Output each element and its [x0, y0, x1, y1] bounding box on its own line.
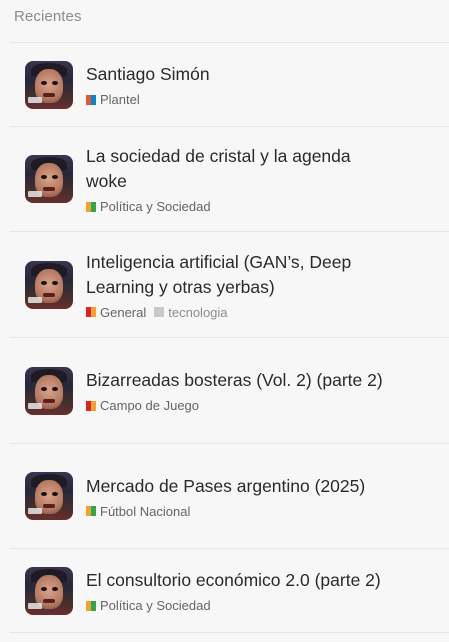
category-label: General: [100, 304, 147, 320]
user-avatar[interactable]: [25, 366, 73, 415]
topic-title[interactable]: Mercado de Pases argentino (2025): [86, 474, 386, 499]
category-badge[interactable]: Política y Sociedad: [86, 598, 211, 613]
topic-item[interactable]: Inteligencia artificial (GAN’s, Deep Lea…: [10, 232, 449, 338]
category-badge[interactable]: Plantel: [86, 92, 140, 107]
topic-title[interactable]: Inteligencia artificial (GAN’s, Deep Lea…: [86, 250, 386, 300]
topic-title[interactable]: Santiago Simón: [86, 62, 386, 87]
category-color-icon: [86, 307, 96, 317]
category-label: Plantel: [100, 92, 140, 107]
user-avatar[interactable]: [25, 260, 73, 309]
category-color-icon: [86, 201, 96, 212]
category-label: Fútbol Nacional: [100, 503, 191, 519]
user-avatar[interactable]: [25, 566, 73, 615]
user-avatar[interactable]: [25, 472, 73, 520]
topic-item[interactable]: Bizarreadas bosteras (Vol. 2) (parte 2) …: [10, 338, 449, 444]
topic-title[interactable]: La sociedad de cristal y la agenda woke: [86, 144, 386, 194]
topic-item[interactable]: Santiago Simón Plantel: [10, 43, 449, 127]
user-avatar[interactable]: [25, 155, 73, 203]
topic-item[interactable]: El consultorio económico 2.0 (parte 2) P…: [10, 549, 449, 633]
category-color-icon: [86, 400, 96, 411]
category-badge[interactable]: Fútbol Nacional: [86, 504, 190, 519]
tag-badge[interactable]: tecnologia: [154, 304, 228, 320]
category-color-icon: [86, 506, 96, 516]
category-color-icon: [86, 94, 96, 105]
topic-title[interactable]: El consultorio económico 2.0 (parte 2): [86, 568, 386, 593]
category-label: Política y Sociedad: [100, 199, 211, 214]
recent-topics-panel: Recientes Santiago Simón Plantel La soci…: [0, 0, 449, 642]
category-label: Campo de Juego: [100, 398, 200, 413]
category-badge[interactable]: General: [86, 305, 146, 320]
topic-item[interactable]: La sociedad de cristal y la agenda woke …: [10, 127, 449, 232]
tag-icon: [154, 307, 165, 317]
topic-list: Santiago Simón Plantel La sociedad de cr…: [10, 42, 449, 633]
user-avatar[interactable]: [25, 60, 73, 109]
topic-item[interactable]: Mercado de Pases argentino (2025) Fútbol…: [10, 444, 449, 549]
category-label: Política y Sociedad: [100, 598, 211, 613]
category-badge[interactable]: Política y Sociedad: [86, 199, 211, 214]
category-color-icon: [86, 600, 96, 611]
topic-title[interactable]: Bizarreadas bosteras (Vol. 2) (parte 2): [86, 368, 386, 393]
tag-label: tecnologia: [168, 304, 228, 320]
category-badge[interactable]: Campo de Juego: [86, 398, 199, 413]
section-title: Recientes: [14, 8, 82, 25]
